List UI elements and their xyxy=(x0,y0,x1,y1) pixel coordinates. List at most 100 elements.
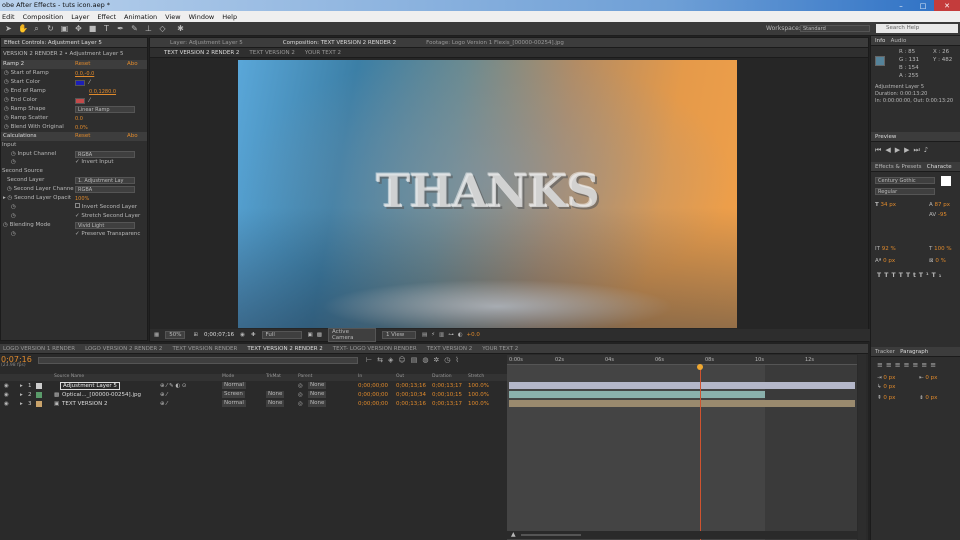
layer-row[interactable]: ◉ ▸ 3 ▣ TEXT VERSION 2 ⊕ ⁄ Normal None ◎… xyxy=(0,400,507,408)
layer-trkmat[interactable]: None xyxy=(266,400,285,407)
region-icon[interactable]: ▣ xyxy=(308,332,313,338)
layer-mode[interactable]: Normal xyxy=(222,400,246,407)
draft-3d-icon[interactable]: ◈ xyxy=(388,356,393,364)
tracking-value[interactable]: -95 xyxy=(938,212,947,218)
stopwatch-icon[interactable]: ◷ xyxy=(11,159,16,165)
align-center-icon[interactable]: ≡ xyxy=(886,361,895,369)
second-layer-dropdown[interactable]: 1. Adjustment Lay xyxy=(75,177,135,184)
workspace-dropdown[interactable]: Standard xyxy=(800,25,870,32)
layer-name[interactable]: Adjustment Layer 5 xyxy=(60,382,120,390)
input-channel-dropdown[interactable]: RGBA xyxy=(75,151,135,158)
prev-frame-icon[interactable]: ◀ xyxy=(885,146,894,154)
tab-logo-version-1-render[interactable]: LOGO VERSION 1 RENDER xyxy=(3,346,75,352)
composition-viewer[interactable]: THANKS xyxy=(238,60,737,328)
stopwatch-icon[interactable]: ◷ xyxy=(8,195,13,201)
baseline-value[interactable]: 0 px xyxy=(883,258,895,264)
ramp-scatter-value[interactable]: 0.0 xyxy=(75,116,83,122)
blend-value[interactable]: 0.0% xyxy=(75,125,88,131)
mask-tool-icon[interactable]: ■ xyxy=(88,24,97,33)
eyedropper-icon[interactable]: ⁄ xyxy=(89,97,90,104)
calc-about-link[interactable]: Abo xyxy=(127,132,138,141)
parent-pickwhip-icon[interactable]: ◎ xyxy=(298,391,303,399)
layer-out[interactable]: 0;00;13;16 xyxy=(396,382,426,390)
start-color-swatch[interactable] xyxy=(75,80,85,86)
leading-field[interactable]: A 87 px xyxy=(929,202,950,208)
indent-left-value[interactable]: 0 px xyxy=(883,375,895,381)
menu-effect[interactable]: Effect xyxy=(97,13,116,21)
layer-switches[interactable]: ⊕ ⁄ xyxy=(160,400,167,408)
layer-switches[interactable]: ⊕ ⁄ ✎ ◐ ⊙ xyxy=(160,382,187,390)
indent-left-field[interactable]: ⇥ 0 px xyxy=(877,375,895,381)
stopwatch-icon[interactable]: ◷ xyxy=(11,213,16,219)
auto-keyframe-icon[interactable]: ◷ xyxy=(444,356,450,364)
justify-left-icon[interactable]: ≡ xyxy=(904,361,913,369)
vscale-field[interactable]: IT 92 % xyxy=(875,246,896,252)
all-caps-icon[interactable]: TT xyxy=(891,272,905,279)
rotate-tool-icon[interactable]: ↻ xyxy=(46,24,55,33)
effect-header-row[interactable]: Ramp 2 Reset Abo xyxy=(1,60,147,69)
expand-arrow-icon[interactable]: ▸ xyxy=(3,195,6,201)
maximize-icon[interactable]: □ xyxy=(912,0,934,11)
stopwatch-icon[interactable]: ◷ xyxy=(4,115,9,121)
font-style-dropdown[interactable]: Regular xyxy=(875,188,935,195)
layer-switches[interactable]: ⊕ ⁄ xyxy=(160,391,167,399)
tab-layer[interactable]: Layer: Adjustment Layer 5 xyxy=(170,40,243,46)
stopwatch-icon[interactable]: ◷ xyxy=(4,97,9,103)
stretch-second-checkbox[interactable]: ✓ Stretch Second Layer xyxy=(75,212,140,221)
col-source-name[interactable]: Source Name xyxy=(54,374,84,379)
layer-out[interactable]: 0;00;10;34 xyxy=(396,391,426,399)
layer-row[interactable]: ◉ ▸ 1 Adjustment Layer 5 ⊕ ⁄ ✎ ◐ ⊙ Norma… xyxy=(0,382,507,390)
layer-stretch[interactable]: 100.0% xyxy=(468,400,489,408)
tab-text-logo-version-render[interactable]: TEXT- LOGO VERSION RENDER xyxy=(333,346,417,352)
tab-effects-presets[interactable]: Effects & Presets xyxy=(875,164,922,170)
indent-first-field[interactable]: ↳ 0 px xyxy=(877,384,895,390)
justify-right-icon[interactable]: ≡ xyxy=(921,361,930,369)
layer-out[interactable]: 0;00;13;16 xyxy=(396,400,426,408)
brush-tool-icon[interactable]: ✎ xyxy=(130,24,139,33)
subtab-text-version-2[interactable]: TEXT VERSION 2 xyxy=(249,50,294,56)
space-after-field[interactable]: ⇟ 0 px xyxy=(919,395,937,401)
font-size-value[interactable]: 34 px xyxy=(881,202,897,208)
ramp-shape-dropdown[interactable]: Linear Ramp xyxy=(75,106,135,113)
timeline-icon[interactable]: ▥ xyxy=(439,332,444,338)
exposure-value[interactable]: +0.0 xyxy=(467,332,480,338)
preserve-transparency-checkbox[interactable]: ✓ Preserve Transparenc xyxy=(75,230,140,239)
invert-second-checkbox[interactable]: Invert Second Layer xyxy=(75,203,137,212)
exposure-icon[interactable]: ◐ xyxy=(458,332,463,338)
selection-tool-icon[interactable]: ➤ xyxy=(4,24,13,33)
eraser-tool-icon[interactable]: ◇ xyxy=(158,24,167,33)
tab-paragraph[interactable]: Paragraph xyxy=(900,349,928,355)
tab-character[interactable]: Characte xyxy=(927,164,952,170)
view-layout-dropdown[interactable]: 1 View xyxy=(381,331,416,339)
safe-zones-icon[interactable]: ⊞ xyxy=(193,332,198,338)
zoom-dropdown[interactable]: 50% xyxy=(165,331,186,339)
indent-right-field[interactable]: ⇤ 0 px xyxy=(919,375,937,381)
zoom-tool-icon[interactable]: ⌕ xyxy=(32,24,41,33)
stopwatch-icon[interactable]: ◷ xyxy=(4,88,9,94)
live-update-icon[interactable]: ⇆ xyxy=(377,356,383,364)
tab-preview[interactable]: Preview xyxy=(875,134,896,140)
last-frame-icon[interactable]: ⏭ xyxy=(913,146,923,154)
stopwatch-icon[interactable]: ◷ xyxy=(4,106,9,112)
stopwatch-icon[interactable]: ◷ xyxy=(11,151,16,157)
layer-stretch[interactable]: 100.0% xyxy=(468,382,489,390)
end-of-ramp-value[interactable]: 0.0,1280.0 xyxy=(89,89,116,95)
audio-icon[interactable]: ♪ xyxy=(924,146,932,154)
layer-duration[interactable]: 0;00;13;17 xyxy=(432,400,462,408)
expand-arrow-icon[interactable]: ▸ xyxy=(20,382,23,390)
current-time-indicator-icon[interactable] xyxy=(697,364,703,370)
motion-blur-icon[interactable]: ◍ xyxy=(422,356,428,364)
tsume-value[interactable]: 0 % xyxy=(935,258,945,264)
stopwatch-icon[interactable]: ◷ xyxy=(7,186,12,192)
tab-text-version-2-render-2[interactable]: TEXT VERSION 2 RENDER 2 xyxy=(247,346,322,352)
invert-input-checkbox[interactable]: ✓ Invert Input xyxy=(75,158,114,167)
camera-dropdown[interactable]: Active Camera xyxy=(327,328,376,342)
space-before-value[interactable]: 0 px xyxy=(883,395,895,401)
hscale-field[interactable]: T 100 % xyxy=(929,246,952,252)
play-icon[interactable]: ▶ xyxy=(895,146,904,154)
text-tool-icon[interactable]: T xyxy=(102,24,111,33)
subtab-your-text-2[interactable]: YOUR TEXT 2 xyxy=(305,50,341,56)
layer-bar-adjustment[interactable] xyxy=(509,382,855,389)
second-layer-channel-dropdown[interactable]: RGBA xyxy=(75,186,135,193)
toggle-pixel-icon[interactable]: ▤ xyxy=(422,332,427,338)
